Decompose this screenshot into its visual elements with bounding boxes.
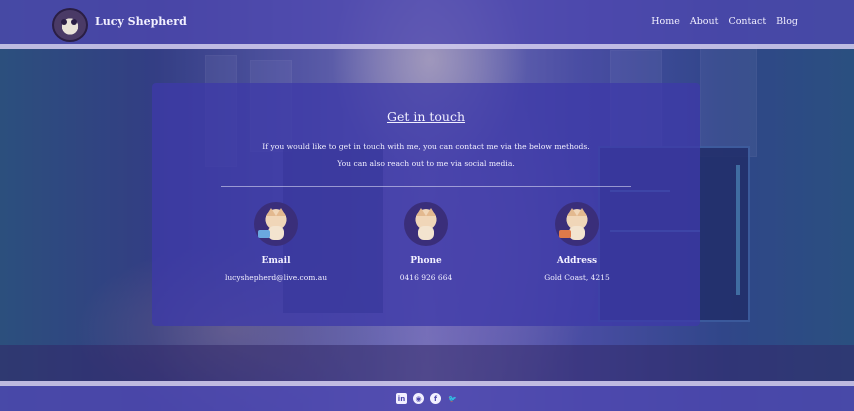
nav-home[interactable]: Home <box>651 16 680 27</box>
nav-contact[interactable]: Contact <box>728 16 766 27</box>
nav-blog[interactable]: Blog <box>776 16 798 27</box>
phone-label: Phone <box>410 256 442 266</box>
github-icon[interactable]: ◉ <box>413 393 424 404</box>
address-value: Gold Coast, 4215 <box>544 273 610 282</box>
owl-logo-icon[interactable] <box>52 8 88 42</box>
cat-desk-avatar-icon <box>555 202 599 246</box>
twitter-icon[interactable]: 🐦 <box>447 393 458 404</box>
contact-address: Address Gold Coast, 4215 <box>497 202 657 282</box>
contact-phone: Phone 0416 926 664 <box>346 202 506 282</box>
intro-line-2: You can also reach out to me via social … <box>337 159 515 168</box>
phone-value[interactable]: 0416 926 664 <box>346 273 506 282</box>
cat-phone-avatar-icon <box>404 202 448 246</box>
email-label: Email <box>261 256 291 266</box>
contact-card: Get in touch If you would like to get in… <box>152 83 700 326</box>
linkedin-icon[interactable]: in <box>396 393 407 404</box>
section-divider <box>221 186 631 187</box>
intro-line-1: If you would like to get in touch with m… <box>262 142 590 151</box>
contact-email: Email lucyshepherd@live.com.au <box>196 202 356 282</box>
site-header: Lucy Shepherd Home About Contact Blog <box>0 0 854 44</box>
site-footer: in ◉ f 🐦 <box>0 386 854 411</box>
header-divider <box>0 44 854 49</box>
address-label: Address <box>556 256 598 266</box>
main-nav: Home About Contact Blog <box>651 16 798 27</box>
cat-laptop-avatar-icon <box>254 202 298 246</box>
nav-about[interactable]: About <box>690 16 719 27</box>
facebook-icon[interactable]: f <box>430 393 441 404</box>
email-value[interactable]: lucyshepherd@live.com.au <box>196 273 356 282</box>
intro-text: If you would like to get in touch with m… <box>152 138 700 172</box>
page-title: Get in touch <box>386 109 466 124</box>
brand-name[interactable]: Lucy Shepherd <box>95 15 187 28</box>
